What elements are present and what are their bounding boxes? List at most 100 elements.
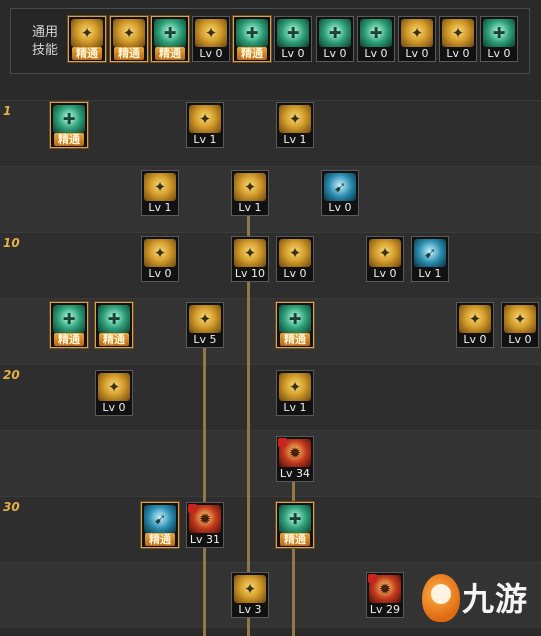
skill-slot[interactable]: ✦ Lv 1 (276, 370, 314, 416)
skill-slot[interactable]: ✦ Lv 5 (186, 302, 224, 348)
skill-slot[interactable]: ✚ Lv 0 (357, 16, 395, 62)
tree-row-3 (0, 232, 541, 298)
skill-level: 精通 (155, 47, 185, 60)
skill-slot[interactable]: ✚ Lv 0 (316, 16, 354, 62)
skill-slot[interactable]: ✹ Lv 29 (366, 572, 404, 618)
skill-slot[interactable]: ✦ Lv 1 (141, 170, 179, 216)
skill-glyph-icon: ✦ (243, 178, 257, 196)
skill-slot[interactable]: ✚ 精通 (151, 16, 189, 62)
skill-level: Lv 0 (508, 333, 532, 346)
common-label-line1: 通用 (31, 25, 58, 40)
skill-slot[interactable]: ✦ Lv 1 (231, 170, 269, 216)
skill-slot[interactable]: ✦ Lv 1 (186, 102, 224, 148)
skill-slot[interactable]: ✦ Lv 0 (95, 370, 133, 416)
fist-beam-icon: ✦ (98, 373, 130, 401)
skill-level: Lv 0 (148, 267, 172, 280)
power-up-icon: ✦ (442, 19, 474, 47)
plasma-rifle-icon: ➹ (144, 505, 176, 533)
skill-slot[interactable]: ✹ Lv 34 (276, 436, 314, 482)
skill-level: Lv 0 (373, 267, 397, 280)
skill-level: Lv 1 (418, 267, 442, 280)
skill-level: Lv 1 (283, 133, 307, 146)
blade-icon: ✚ (279, 305, 311, 333)
axe-icon: ✦ (459, 305, 491, 333)
skill-slot[interactable]: ✦ Lv 0 (501, 302, 539, 348)
burst-icon: ✦ (144, 173, 176, 201)
skill-slot[interactable]: ✹ Lv 31 (186, 502, 224, 548)
skill-glyph-icon: ✚ (369, 24, 383, 42)
radar-icon: ✚ (279, 505, 311, 533)
skill-glyph-icon: ✦ (122, 24, 136, 42)
skill-slot[interactable]: ✦ Lv 0 (366, 236, 404, 282)
skill-slot[interactable]: ✚ 精通 (276, 302, 314, 348)
skill-level: Lv 0 (199, 47, 223, 60)
skill-slot[interactable]: ✦ Lv 0 (141, 236, 179, 282)
skill-glyph-icon: ✦ (80, 24, 94, 42)
skill-slot[interactable]: ✚ 精通 (95, 302, 133, 348)
level-marker-20: 20 (3, 368, 20, 382)
skill-glyph-icon: ✦ (243, 244, 257, 262)
paw-logo-icon (422, 574, 460, 622)
skill-tree-window: 通用 技能 1 10 20 30 ✚ 精通 ✦ Lv 1 ✦ Lv 1 ✦ Lv 1 ✦ Lv 1… (0, 0, 541, 636)
skill-level: Lv 5 (193, 333, 217, 346)
skill-glyph-icon: ✦ (204, 24, 218, 42)
skill-glyph-icon: ✦ (410, 24, 424, 42)
tree-row-7 (0, 496, 541, 562)
skill-slot[interactable]: ✦ Lv 0 (276, 236, 314, 282)
skill-slot[interactable]: ✚ 精通 (233, 16, 271, 62)
skill-glyph-icon: ✦ (288, 244, 302, 262)
skill-glyph-icon: ➹ (153, 510, 167, 528)
shotgun-blast-icon: ✦ (234, 173, 266, 201)
eye-swirl-icon: ✦ (401, 19, 433, 47)
skill-slot[interactable]: ✦ 精通 (110, 16, 148, 62)
skill-glyph-icon: ✦ (153, 178, 167, 196)
crosshair-icon: ✚ (277, 19, 309, 47)
target-icon: ✚ (236, 19, 268, 47)
skill-slot[interactable]: ✦ Lv 0 (439, 16, 477, 62)
skill-slot[interactable]: ✚ 精通 (276, 502, 314, 548)
skill-level: 精通 (99, 333, 129, 346)
skill-glyph-icon: ✦ (198, 110, 212, 128)
missile-icon: ✦ (234, 575, 266, 603)
skill-glyph-icon: ✦ (107, 378, 121, 396)
common-label-line2: 技能 (31, 43, 58, 58)
kick-icon: ✦ (279, 105, 311, 133)
skill-level: 精通 (280, 333, 310, 346)
skill-level: 精通 (54, 333, 84, 346)
skill-slot[interactable]: ➹ Lv 0 (321, 170, 359, 216)
skill-level: Lv 3 (238, 603, 262, 616)
skill-slot[interactable]: ✚ 精通 (50, 102, 88, 148)
skill-slot[interactable]: ✚ Lv 0 (274, 16, 312, 62)
tree-connector-line (292, 476, 295, 636)
skill-slot[interactable]: ✦ Lv 3 (231, 572, 269, 618)
wings-icon: ✦ (195, 19, 227, 47)
cross-blades-icon: ✚ (53, 105, 85, 133)
level-marker-30: 30 (3, 500, 20, 514)
explosion-icon: ✦ (234, 239, 266, 267)
skill-glyph-icon: ✦ (198, 310, 212, 328)
skill-level: Lv 0 (102, 401, 126, 414)
skill-level: Lv 1 (193, 133, 217, 146)
crouch-fighter-icon: ✦ (113, 19, 145, 47)
skill-slot[interactable]: ✦ Lv 0 (398, 16, 436, 62)
skill-slot[interactable]: ✦ Lv 10 (231, 236, 269, 282)
dash-fighter-icon: ✚ (154, 19, 186, 47)
skill-level: 精通 (280, 533, 310, 546)
skill-slot[interactable]: ✦ Lv 1 (276, 102, 314, 148)
skill-slot[interactable]: ✦ 精通 (68, 16, 106, 62)
gear-head-icon: ✚ (360, 19, 392, 47)
skill-glyph-icon: ✚ (163, 24, 177, 42)
skill-slot[interactable]: ➹ 精通 (141, 502, 179, 548)
skill-slot[interactable]: ✚ 精通 (50, 302, 88, 348)
skill-level: Lv 0 (405, 47, 429, 60)
skill-slot[interactable]: ➹ Lv 1 (411, 236, 449, 282)
skill-glyph-icon: ✦ (153, 244, 167, 262)
skill-slot[interactable]: ✦ Lv 0 (192, 16, 230, 62)
skill-slot[interactable]: ✚ Lv 0 (480, 16, 518, 62)
skill-glyph-icon: ✦ (378, 244, 392, 262)
watermark-text: 九游 (462, 580, 529, 618)
shout-icon: ✚ (319, 19, 351, 47)
skill-slot[interactable]: ✦ Lv 0 (456, 302, 494, 348)
stab-icon: ✦ (279, 239, 311, 267)
skill-glyph-icon: ✚ (492, 24, 506, 42)
